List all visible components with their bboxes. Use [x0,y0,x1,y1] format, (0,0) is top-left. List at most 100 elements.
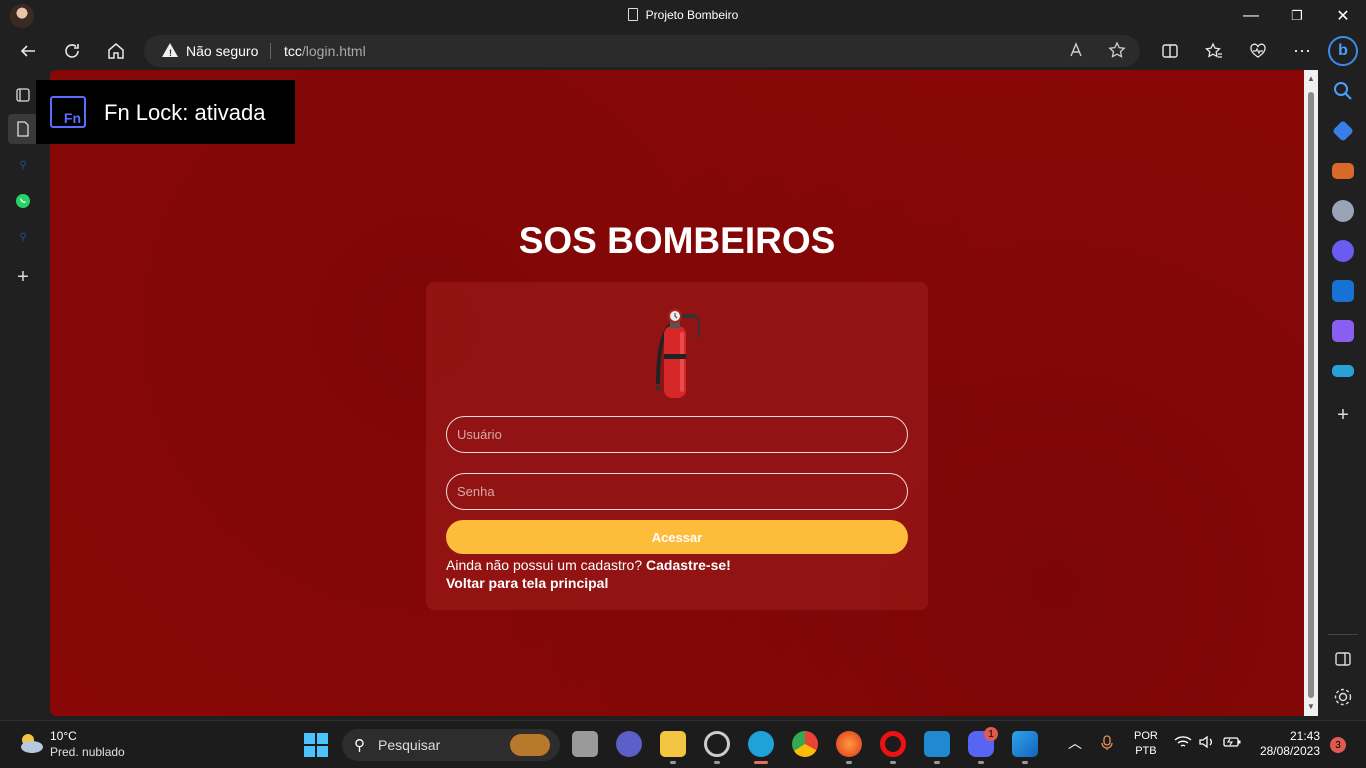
notification-count-badge[interactable]: 3 [1330,737,1346,753]
shopping-tag-icon[interactable] [1332,120,1354,142]
signup-prompt-text: Ainda não possui um cadastro? [446,557,643,573]
url-path: /login.html [301,43,366,59]
scroll-up-arrow-icon[interactable]: ▲ [1307,74,1315,83]
scroll-down-arrow-icon[interactable]: ▼ [1307,702,1315,711]
edge-browser-icon[interactable] [748,731,774,757]
sidebar-settings-gear-icon[interactable] [1332,686,1354,708]
task-view-icon[interactable] [572,731,598,757]
password-input[interactable] [446,473,908,510]
refresh-button[interactable] [56,35,88,67]
add-sidebar-plus-icon[interactable]: + [1332,404,1354,426]
fire-extinguisher-icon [655,309,701,398]
page-scrollbar[interactable]: ▲ ▼ [1304,70,1318,716]
taskbar-search[interactable]: ⚲ Pesquisar [342,729,560,761]
url-text[interactable]: tcc/login.html [284,43,366,59]
tab-login-page[interactable] [8,114,38,144]
scroll-thumb[interactable] [1308,92,1314,698]
volume-icon[interactable] [1198,735,1216,752]
new-tab-plus-icon[interactable]: + [8,262,38,292]
search-icon[interactable] [1332,80,1354,102]
back-to-home-link[interactable]: Voltar para tela principal [446,575,608,591]
favorite-star-icon[interactable] [1108,41,1126,63]
sidebar-divider [1328,634,1358,635]
restore-button[interactable]: ❐ [1274,0,1320,32]
weather-condition[interactable]: Pred. nublado [50,745,125,759]
whatsapp-icon [16,194,30,208]
opera-icon[interactable] [880,731,906,757]
show-hidden-icons-chevron-icon[interactable]: ︿ [1068,733,1082,753]
address-bar[interactable]: ! Não seguro tcc/login.html [144,35,1140,67]
edge-sidebar: + [1320,70,1366,720]
login-button[interactable]: Acessar [446,520,908,554]
hide-sidebar-icon[interactable] [1332,648,1354,670]
browser-toolbar: ! Não seguro tcc/login.html ⋯ b [0,32,1366,70]
window-title-text: Projeto Bombeiro [645,8,739,22]
photos-icon[interactable] [1012,731,1038,757]
weather-cloud-icon[interactable] [16,731,44,755]
url-host: tcc [284,43,302,59]
photos-running-dot [1022,761,1028,764]
teams-chat-icon[interactable] [616,731,642,757]
system-clock[interactable]: 21:43 28/08/2023 [1254,729,1320,759]
close-button[interactable]: ✕ [1320,0,1366,32]
split-screen-button[interactable] [1154,35,1186,67]
split-screen-icon [1162,44,1178,58]
title-bar: Projeto Bombeiro — ❐ ✕ [0,0,1366,32]
settings-running-dot [714,761,720,764]
favorites-icon [1205,42,1222,58]
page-viewport: SOS BOMBEIROS Acessar Ainda não possui u… [50,70,1304,716]
back-button[interactable] [12,35,44,67]
page-icon [17,121,29,137]
opera-running-dot [890,761,896,764]
chrome-icon[interactable] [792,731,818,757]
taskbar: 10°C Pred. nublado ⚲ Pesquisar 1 ︿ POR PT… [0,720,1366,768]
address-separator [270,43,271,59]
fn-key-label: Fn [63,110,81,126]
weather-temperature[interactable]: 10°C [50,729,77,743]
outlook-icon[interactable] [1332,280,1354,302]
security-label[interactable]: Não seguro [186,43,258,59]
edge-active-indicator [754,761,768,764]
firefox-running-dot [846,761,852,764]
document-icon [627,8,638,21]
fn-lock-toast: Fn Fn Lock: ativada [36,80,295,144]
favorites-button[interactable] [1198,35,1230,67]
start-button[interactable] [304,733,328,757]
keyboard-layout: PTB [1135,745,1157,757]
vscode-icon[interactable] [924,731,950,757]
heart-pulse-icon [1250,43,1266,58]
tools-icon[interactable] [1332,163,1354,179]
tab-search-icon[interactable]: ⚲ [8,150,38,180]
firefox-icon[interactable] [836,731,862,757]
home-button[interactable] [100,35,132,67]
warning-mark: ! [169,48,172,58]
games-icon[interactable] [1332,200,1354,222]
clock-date: 28/08/2023 [1259,744,1320,758]
settings-menu-button[interactable]: ⋯ [1286,35,1318,67]
wifi-icon[interactable] [1174,735,1192,752]
discord-badge: 1 [984,727,998,741]
battery-icon[interactable] [1222,735,1242,752]
designer-icon[interactable] [1332,320,1354,342]
minimize-button[interactable]: — [1228,0,1274,32]
tab-search-icon-2[interactable]: ⚲ [8,222,38,252]
username-input[interactable] [446,416,908,453]
microphone-icon[interactable] [1100,735,1114,754]
file-explorer-icon[interactable] [660,731,686,757]
signup-link[interactable]: Cadastre-se! [646,557,731,573]
read-aloud-icon[interactable] [1068,41,1086,63]
search-magnifier-icon: ⚲ [354,737,365,754]
fn-key-icon: Fn [50,96,86,128]
vertical-tabs-sidebar: ⚲ ⚲ + [0,70,46,720]
language-code: POR [1134,730,1158,742]
language-indicator[interactable]: POR PTB [1134,729,1158,759]
settings-gear-icon[interactable] [704,731,730,757]
tab-whatsapp[interactable] [8,186,38,216]
login-card: Acessar Ainda não possui um cadastro? Ca… [426,282,928,610]
tab-actions-icon[interactable] [8,80,38,110]
microsoft-365-icon[interactable] [1332,240,1354,262]
back-arrow-icon [20,45,35,57]
drop-icon[interactable] [1332,365,1354,377]
browser-essentials-button[interactable] [1242,35,1274,67]
bing-copilot-icon[interactable]: b [1328,36,1358,66]
